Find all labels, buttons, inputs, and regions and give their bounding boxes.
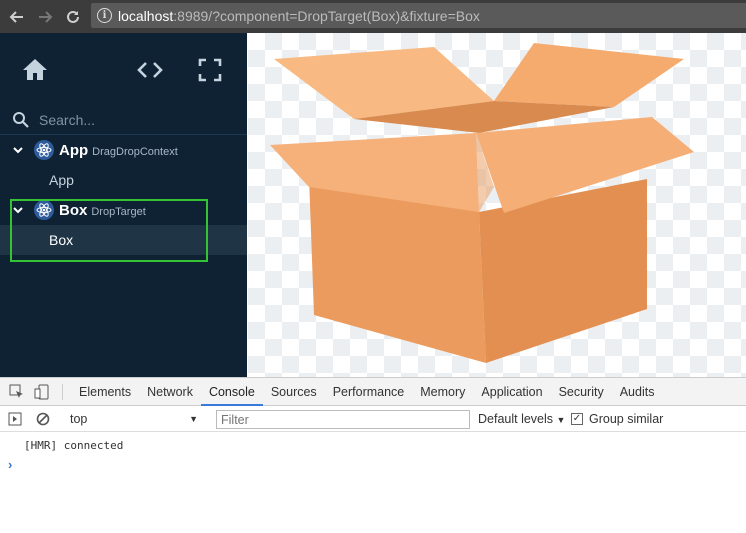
group-similar-toggle[interactable]: ✓ Group similar: [571, 412, 663, 426]
tab-network[interactable]: Network: [139, 378, 201, 406]
address-bar[interactable]: i localhost:8989/?component=DropTarget(B…: [91, 3, 746, 28]
code-icon[interactable]: [135, 55, 165, 85]
forward-arrow-icon[interactable]: [34, 6, 56, 28]
sidebar-header: [0, 33, 247, 105]
context-value: top: [70, 412, 88, 426]
chevron-down-icon[interactable]: [12, 144, 24, 156]
checkbox-checked-icon[interactable]: ✓: [571, 413, 583, 425]
component-hoc: DragDropContext: [92, 145, 178, 158]
tab-console[interactable]: Console: [200, 378, 263, 406]
search-input[interactable]: [39, 111, 229, 128]
info-icon[interactable]: i: [97, 8, 112, 23]
clear-console-icon[interactable]: [36, 412, 50, 426]
browser-toolbar: i localhost:8989/?component=DropTarget(B…: [0, 0, 746, 33]
tab-performance[interactable]: Performance: [325, 378, 413, 406]
console-message: [HMR] connected: [24, 439, 124, 452]
context-select[interactable]: top ▼: [64, 410, 204, 428]
cardboard-box-illustration: [270, 43, 694, 363]
back-arrow-icon[interactable]: [6, 6, 28, 28]
dropdown-arrow-icon: ▼: [189, 414, 198, 424]
sidebar-toggle-icon[interactable]: [8, 412, 22, 426]
tree-component-app[interactable]: App DragDropContext: [0, 135, 247, 165]
tab-sources[interactable]: Sources: [263, 378, 325, 406]
tab-memory[interactable]: Memory: [412, 378, 473, 406]
levels-dropdown[interactable]: Default levels ▼: [478, 412, 565, 426]
component-preview: [248, 33, 746, 377]
highlight-annotation: [10, 199, 208, 262]
url-path: :8989/?component=DropTarget(Box)&fixture…: [173, 7, 480, 24]
console-prompt-icon[interactable]: ›: [8, 457, 12, 472]
levels-label: Default levels: [478, 412, 554, 426]
search-bar: [0, 105, 247, 135]
react-icon: [34, 140, 54, 160]
inspect-element-icon[interactable]: [9, 384, 25, 400]
tab-security[interactable]: Security: [551, 378, 612, 406]
filter-input[interactable]: [216, 410, 470, 429]
fixture-label: App: [49, 172, 74, 188]
home-icon[interactable]: [20, 55, 50, 85]
devtools-tabbar: Elements Network Console Sources Perform…: [0, 378, 746, 406]
group-similar-label: Group similar: [589, 412, 664, 426]
devtools-panel: Elements Network Console Sources Perform…: [0, 377, 746, 533]
component-name-text: App: [59, 141, 89, 159]
device-toolbar-icon[interactable]: [34, 384, 50, 400]
tab-audits[interactable]: Audits: [612, 378, 663, 406]
dropdown-arrow-icon: ▼: [556, 415, 566, 425]
tab-application[interactable]: Application: [473, 378, 550, 406]
fullscreen-icon[interactable]: [195, 55, 225, 85]
search-icon: [13, 111, 29, 128]
reload-icon[interactable]: [62, 6, 84, 28]
tab-elements[interactable]: Elements: [71, 378, 139, 406]
console-toolbar: top ▼ Default levels ▼ ✓ Group similar: [0, 406, 746, 432]
tree-fixture-app[interactable]: App: [0, 165, 247, 195]
component-name: App DragDropContext: [59, 142, 178, 159]
divider: [62, 383, 63, 400]
url-host: localhost: [118, 7, 174, 24]
